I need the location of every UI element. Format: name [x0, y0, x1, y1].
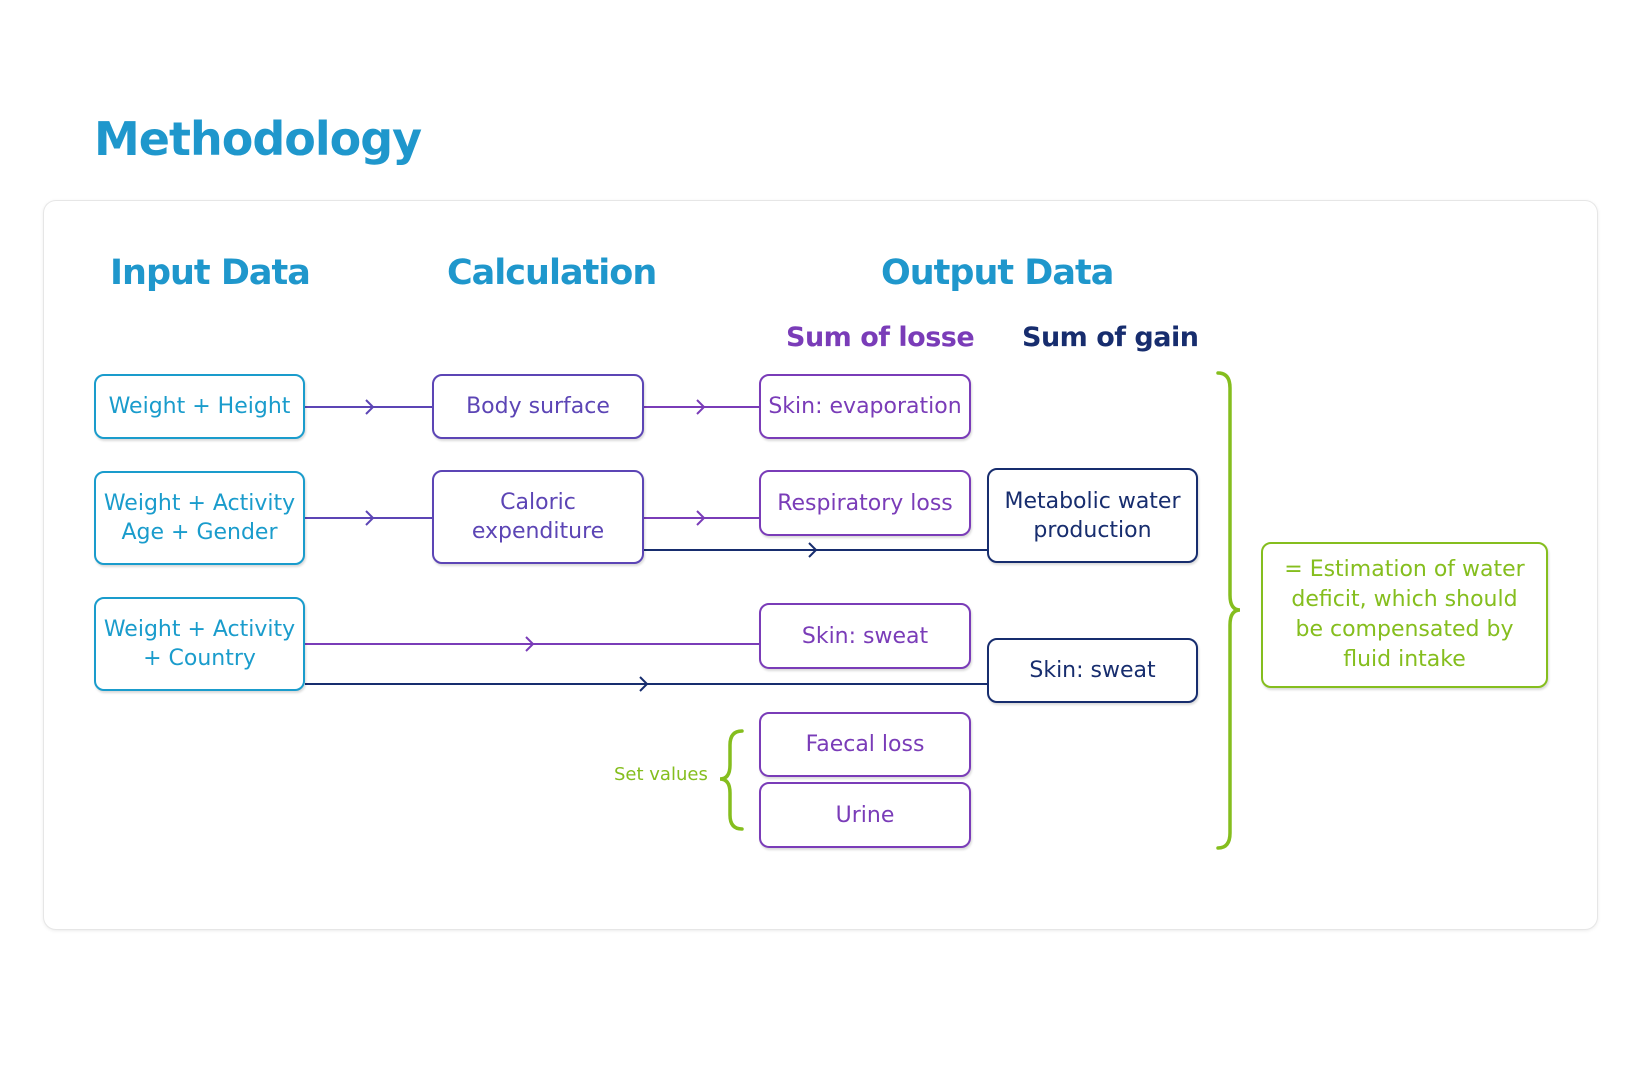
column-header-output: Output Data	[881, 253, 1114, 293]
calc-caloric-expenditure: Caloric expenditure	[432, 470, 644, 564]
loss-faecal: Faecal loss	[759, 712, 971, 777]
input-label: Weight + Activity + Country	[103, 617, 296, 671]
loss-skin-evaporation: Skin: evaporation	[759, 374, 971, 439]
result-label: = Estimation of water deficit, which sho…	[1284, 557, 1525, 672]
loss-label: Urine	[835, 802, 895, 828]
input-label: Weight + Activity Age + Gender	[103, 491, 296, 545]
subheader-losses: Sum of losse	[786, 322, 975, 353]
calc-body-surface: Body surface	[432, 374, 644, 439]
calc-label: Caloric expenditure	[471, 490, 605, 544]
loss-label: Respiratory loss	[777, 490, 953, 516]
total-brace-icon	[1216, 371, 1241, 850]
gain-label: Metabolic water production	[1004, 488, 1181, 543]
loss-skin-sweat: Skin: sweat	[759, 603, 971, 669]
set-values-label: Set values	[614, 764, 708, 785]
loss-label: Skin: evaporation	[768, 394, 962, 419]
input-weight-activity-country: Weight + Activity + Country	[94, 597, 305, 691]
calc-label: Body surface	[466, 394, 610, 419]
input-label: Weight + Height	[108, 394, 291, 419]
input-weight-activity-age-gender: Weight + Activity Age + Gender	[94, 471, 305, 565]
gain-metabolic-water: Metabolic water production	[987, 468, 1198, 563]
loss-urine: Urine	[759, 782, 971, 848]
subheader-gains: Sum of gain	[1022, 322, 1199, 353]
loss-label: Faecal loss	[805, 732, 925, 757]
gain-label: Skin: sweat	[1029, 658, 1156, 683]
loss-respiratory: Respiratory loss	[759, 470, 971, 536]
gain-skin-sweat: Skin: sweat	[987, 638, 1198, 703]
column-header-calculation: Calculation	[447, 253, 657, 293]
result-estimation: = Estimation of water deficit, which sho…	[1261, 542, 1548, 688]
set-values-brace-icon	[719, 729, 744, 831]
input-weight-height: Weight + Height	[94, 374, 305, 439]
column-header-input: Input Data	[110, 253, 311, 293]
loss-label: Skin: sweat	[801, 623, 929, 649]
